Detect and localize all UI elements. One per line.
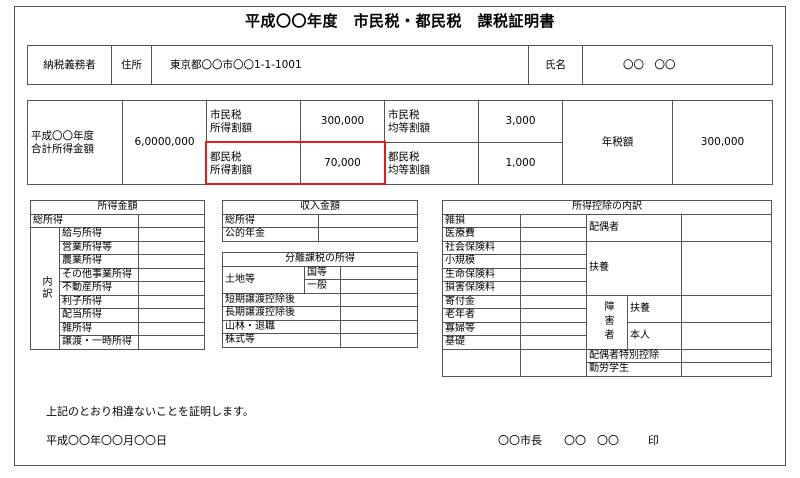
income-item: 配当所得 [59,308,139,323]
separate-table-title: 分離課税の所得 [222,252,418,267]
tokyo-equal-label: 都民税 均等割額 [384,142,479,185]
certification-statement: 上記のとおり相違ないことを証明します。 [46,405,254,418]
deduction-item: 生命保険料 [442,267,521,282]
name-value: 〇〇 〇〇 [582,45,773,85]
revenue-table-title: 収入金額 [222,200,418,215]
separate-item: 山林・退職 [222,319,341,334]
mayor-signature: 〇〇市長 〇〇 〇〇 [498,434,619,447]
land-label: 土地等 [222,265,305,294]
revenue-item: 総所得 [222,213,319,228]
separate-item: 短期譲渡控除後 [222,292,341,307]
disabled-dependent-label: 扶養 [627,294,682,323]
annual-tax-label: 年税額 [562,100,673,185]
deduction-item: 小規模 [442,254,521,269]
address-value: 東京都〇〇市〇〇1-1-1001 [151,45,529,85]
separate-item: 株式等 [222,333,341,348]
income-item: 雑所得 [59,321,139,336]
income-item: 営業所得等 [59,240,139,255]
issue-date: 平成〇〇年〇〇月〇〇日 [46,434,167,447]
deduction-table: 所得控除の内訳 雑損 配偶者 医療費 社会保険料 扶養 小規模 生命保険料 損害… [442,200,772,377]
deduction-item: 損害保険料 [442,281,521,296]
deduction-item: 基礎 [442,335,521,350]
disabled-label: 障害者 [586,294,628,350]
seal-mark: 印 [648,434,659,447]
dependents-label: 扶養 [586,240,682,296]
certificate-title: 平成〇〇年度 市民税・都民税 課税証明書 [244,12,555,30]
total-income-label: 平成〇〇年度 合計所得金額 [27,100,123,185]
total-income-value: 6,0000,000 [122,100,207,185]
national-label: 国等 [304,265,341,280]
city-income-label: 市民税 所得割額 [206,100,301,143]
working-student-label: 勤労学生 [586,362,682,377]
deduction-item: 雑損 [442,213,521,228]
separate-item: 長期譲渡控除後 [222,306,341,321]
annual-tax-value: 300,000 [672,100,773,185]
name-label: 氏名 [528,45,583,85]
revenue-table: 収入金額 総所得 公的年金 [222,200,418,242]
taxpayer-table: 納税義務者 住所 東京都〇〇市〇〇1-1-1001 氏名 〇〇 〇〇 [27,45,773,85]
tokyo-equal-value: 1,000 [478,142,563,185]
address-label: 住所 [111,45,152,85]
deduction-item: 社会保険料 [442,240,521,255]
city-equal-value: 3,000 [478,100,563,143]
deduction-item: 医療費 [442,227,521,242]
deduction-item: 寡婦等 [442,321,521,336]
revenue-item: 公的年金 [222,227,319,242]
separate-tax-table: 分離課税の所得 土地等 国等 一般 短期譲渡控除後 長期譲渡控除後 山林・退職 株… [222,252,418,348]
income-table: 所得金額 総所得 内訳 給与所得 営業所得等 農業所得 その他事業所得 不動産所得… [30,200,205,350]
spouse-special-label: 配偶者特別控除 [586,348,682,363]
city-income-value: 300,000 [300,100,385,143]
income-item: 農業所得 [59,254,139,269]
deduction-item: 老年者 [442,308,521,323]
deduction-table-title: 所得控除の内訳 [442,200,772,215]
deduction-item: 寄付金 [442,294,521,309]
highlight-box [205,141,386,185]
city-equal-label: 市民税 均等割額 [384,100,479,143]
tax-summary-table: 平成〇〇年度 合計所得金額 6,0000,000 市民税 所得割額 300,00… [27,100,773,185]
income-total-label: 総所得 [30,213,139,228]
income-item: その他事業所得 [59,267,139,282]
income-item: 給与所得 [59,227,139,242]
income-item: 利子所得 [59,294,139,309]
income-table-title: 所得金額 [30,200,205,215]
taxpayer-label: 納税義務者 [27,45,112,85]
disabled-self-label: 本人 [627,321,682,350]
income-breakdown-label: 内訳 [30,227,60,350]
spouse-label: 配偶者 [586,213,682,242]
income-item: 不動産所得 [59,281,139,296]
general-label: 一般 [304,279,341,294]
income-item: 譲渡・一時所得 [59,335,139,350]
